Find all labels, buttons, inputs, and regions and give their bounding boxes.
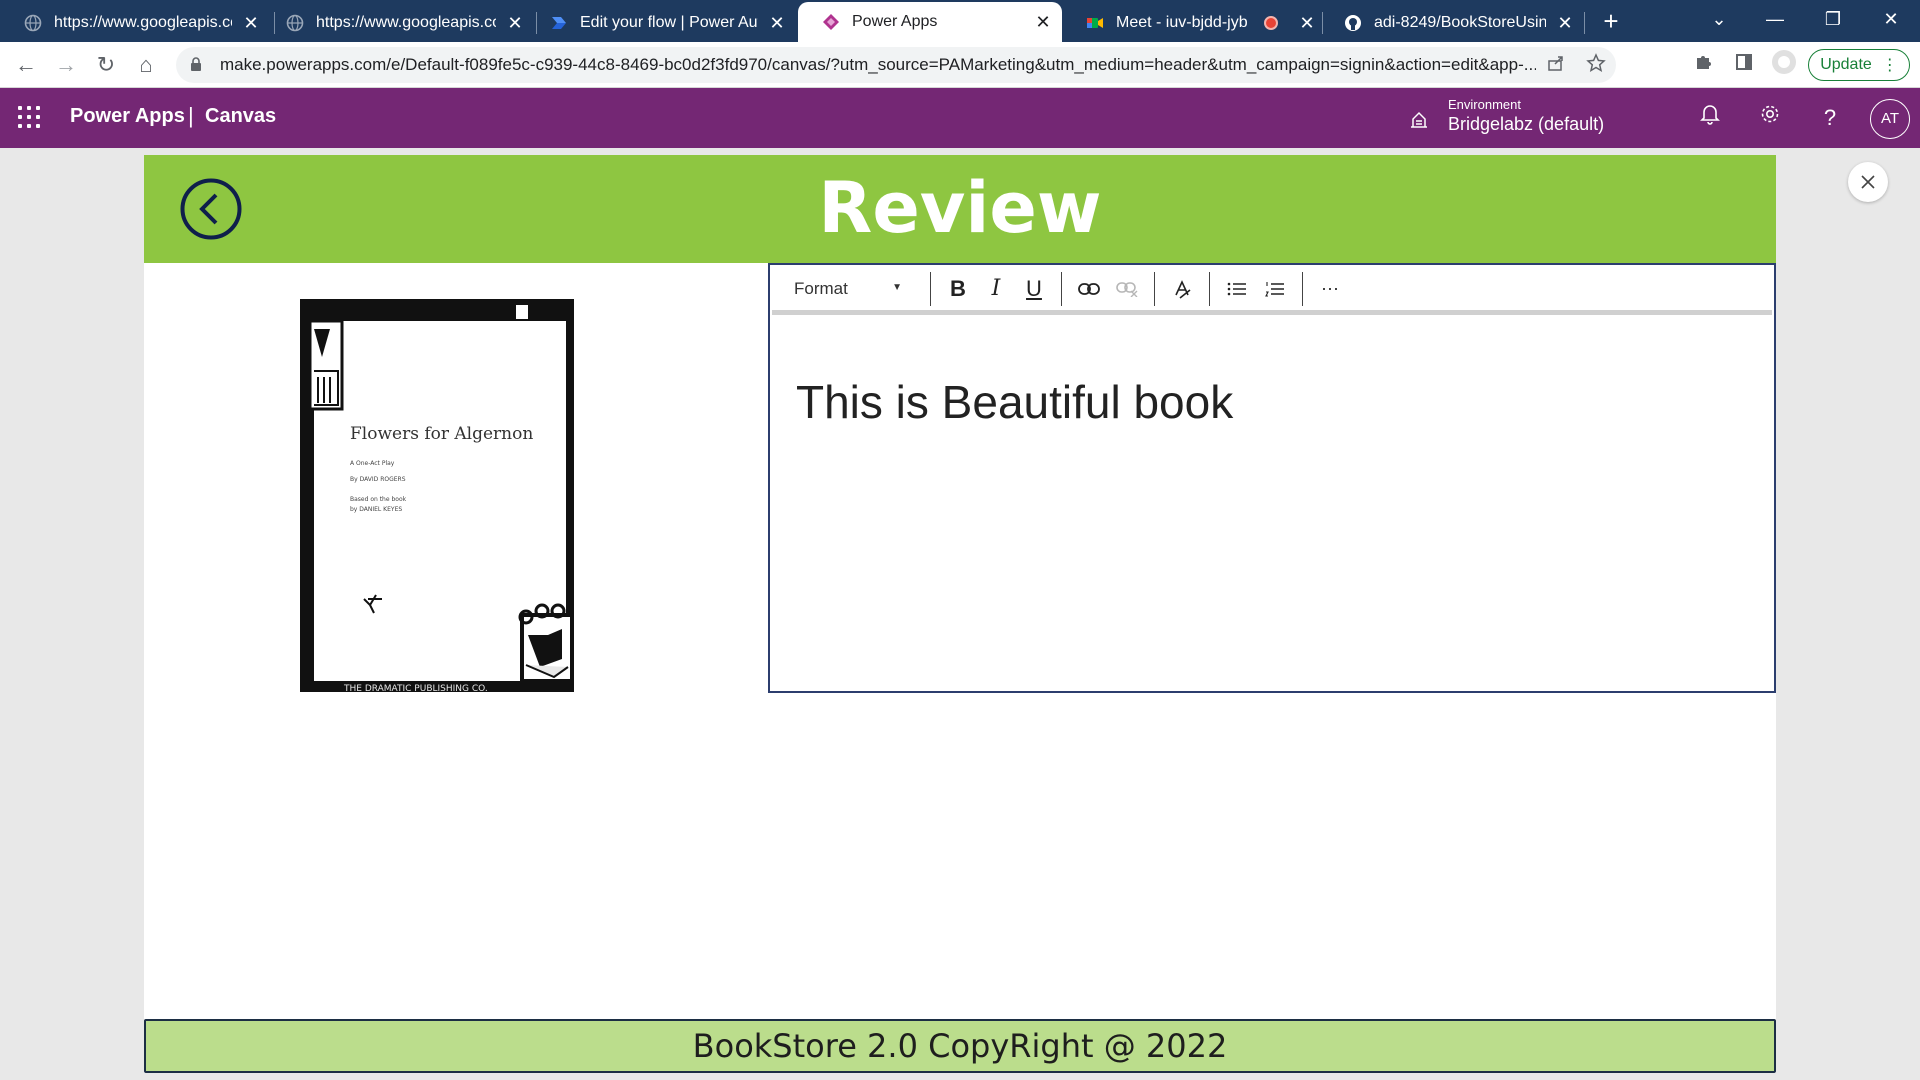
toolbar-divider — [1302, 271, 1303, 306]
close-tab-icon[interactable]: ✕ — [768, 13, 786, 34]
numbered-list-button[interactable] — [1256, 269, 1294, 309]
close-tab-icon[interactable]: ✕ — [1034, 12, 1052, 33]
tab-title: Edit your flow | Power Automate — [580, 14, 758, 31]
review-screen: Review Flowers for Algernon A One-Act Pl — [144, 155, 1776, 1073]
bold-button[interactable]: B — [939, 269, 977, 309]
extensions-puzzle-icon[interactable] — [1688, 49, 1720, 81]
user-avatar[interactable]: AT — [1870, 99, 1910, 139]
close-icon — [1861, 175, 1875, 189]
back-arrow-icon[interactable]: ← — [10, 49, 42, 81]
bulleted-list-icon — [1227, 282, 1246, 295]
google-meet-icon — [1086, 14, 1104, 32]
tab-divider — [1584, 12, 1585, 34]
book-cover-line4: by DANIEL KEYES — [350, 506, 402, 513]
browser-tab-power-automate[interactable]: Edit your flow | Power Automate ✕ — [526, 4, 796, 42]
app-launcher-waffle-icon[interactable] — [18, 106, 40, 128]
github-icon — [1344, 14, 1362, 32]
copyright-footer: BookStore 2.0 CopyRight @ 2022 — [144, 1019, 1776, 1073]
editor-toolbar: Format ▼ B I U ··· — [772, 267, 1772, 315]
restore-button[interactable]: ❐ — [1818, 4, 1848, 34]
book-cover-line2: By DAVID ROGERS — [350, 476, 406, 483]
tab-title: Power Apps — [852, 13, 938, 30]
home-icon[interactable]: ⌂ — [130, 49, 162, 81]
powerapps-header: Power Apps | Canvas Environment Bridgela… — [0, 88, 1920, 148]
caret-down-icon: ▼ — [892, 281, 902, 293]
settings-gear-icon[interactable] — [1754, 102, 1786, 134]
environment-label: Environment — [1448, 97, 1521, 112]
unlink-icon — [1116, 281, 1138, 297]
toolbar-divider — [1154, 271, 1155, 306]
power-automate-icon — [550, 14, 568, 32]
powerapps-section-name: Canvas — [205, 105, 277, 127]
clear-formatting-button[interactable] — [1163, 269, 1201, 309]
toolbar-divider — [1061, 271, 1062, 306]
side-panel-icon[interactable] — [1728, 49, 1760, 81]
close-tab-icon[interactable]: ✕ — [1556, 13, 1574, 34]
power-apps-icon — [822, 13, 840, 31]
format-dropdown-label: Format — [794, 278, 848, 298]
review-text[interactable]: This is Beautiful book — [796, 375, 1233, 429]
browser-tab-github[interactable]: adi-8249/BookStoreUsingCanvas ✕ — [1320, 4, 1584, 42]
format-dropdown[interactable]: Format ▼ — [772, 269, 922, 309]
header-separator: | — [188, 103, 194, 128]
update-button[interactable]: Update ⋮ — [1808, 49, 1910, 81]
book-cover-publisher: THE DRAMATIC PUBLISHING CO. — [343, 684, 488, 692]
share-icon[interactable] — [1536, 54, 1576, 77]
review-header: Review — [144, 155, 1776, 263]
remove-link-button[interactable] — [1108, 269, 1146, 309]
more-options-button[interactable]: ··· — [1311, 269, 1349, 309]
environment-icon — [1408, 108, 1430, 130]
underline-button[interactable]: U — [1015, 269, 1053, 309]
reload-icon[interactable]: ↻ — [90, 49, 122, 81]
browser-tab-power-apps[interactable]: Power Apps ✕ — [798, 2, 1062, 42]
close-tab-icon[interactable]: ✕ — [242, 13, 260, 34]
book-cover-image: Flowers for Algernon A One-Act Play By D… — [300, 299, 574, 694]
globe-icon — [24, 14, 42, 32]
italic-button[interactable]: I — [977, 269, 1015, 309]
kebab-menu-icon: ⋮ — [1881, 57, 1898, 74]
tab-title: https://www.googleapis.com/books/v1/volu… — [316, 14, 496, 31]
forward-arrow-icon[interactable]: → — [50, 49, 82, 81]
book-cover-line3: Based on the book — [350, 496, 407, 503]
browser-tab-strip: https://www.googleapis.com/books/v1/volu… — [0, 0, 1920, 42]
tab-title: adi-8249/BookStoreUsingCanvas — [1374, 14, 1546, 31]
link-icon — [1078, 282, 1100, 295]
close-tab-icon[interactable]: ✕ — [1298, 13, 1316, 34]
bulleted-list-button[interactable] — [1218, 269, 1256, 309]
close-window-button[interactable]: ✕ — [1876, 4, 1906, 34]
book-cover-line1: A One-Act Play — [350, 460, 395, 467]
powerapps-app-name[interactable]: Power Apps — [70, 105, 185, 128]
close-tab-icon[interactable]: ✕ — [506, 13, 524, 34]
toolbar-divider — [1209, 271, 1210, 306]
bookmark-star-icon[interactable] — [1576, 52, 1616, 78]
tab-title: Meet - iuv-bjdd-jyb — [1116, 14, 1248, 31]
recording-icon — [1264, 16, 1278, 30]
book-cover-title: Flowers for Algernon — [350, 424, 533, 444]
insert-link-button[interactable] — [1070, 269, 1108, 309]
review-rich-text-editor[interactable]: Format ▼ B I U ··· This is Beautiful boo… — [768, 263, 1776, 693]
tab-title: https://www.googleapis.com/books/v1/volu… — [54, 14, 232, 31]
browser-tab-googleapis-1[interactable]: https://www.googleapis.com/books/v1/volu… — [0, 4, 270, 42]
browser-tab-google-meet[interactable]: Meet - iuv-bjdd-jyb ✕ — [1062, 4, 1326, 42]
browser-tab-googleapis-2[interactable]: https://www.googleapis.com/books/v1/volu… — [262, 4, 534, 42]
new-tab-button[interactable]: + — [1598, 6, 1624, 36]
help-icon[interactable]: ? — [1814, 102, 1846, 134]
update-label: Update — [1820, 56, 1872, 73]
profile-avatar-icon[interactable] — [1768, 49, 1800, 81]
environment-selector[interactable]: Bridgelabz (default) — [1448, 114, 1604, 135]
lock-icon — [190, 56, 208, 74]
page-title: Review — [818, 167, 1102, 249]
globe-icon — [286, 14, 304, 32]
browser-toolbar: ← → ↻ ⌂ make.powerapps.com/e/Default-f08… — [0, 42, 1920, 88]
close-preview-button[interactable] — [1848, 162, 1888, 202]
tab-search-button[interactable]: ⌄ — [1704, 4, 1734, 34]
toolbar-divider — [930, 271, 931, 306]
url-text: make.powerapps.com/e/Default-f089fe5c-c9… — [219, 55, 1537, 74]
numbered-list-icon — [1265, 281, 1284, 297]
notifications-bell-icon[interactable] — [1694, 102, 1726, 134]
minimize-button[interactable]: — — [1760, 4, 1790, 34]
clear-formatting-icon — [1175, 279, 1191, 299]
address-bar[interactable]: make.powerapps.com/e/Default-f089fe5c-c9… — [176, 47, 1616, 83]
